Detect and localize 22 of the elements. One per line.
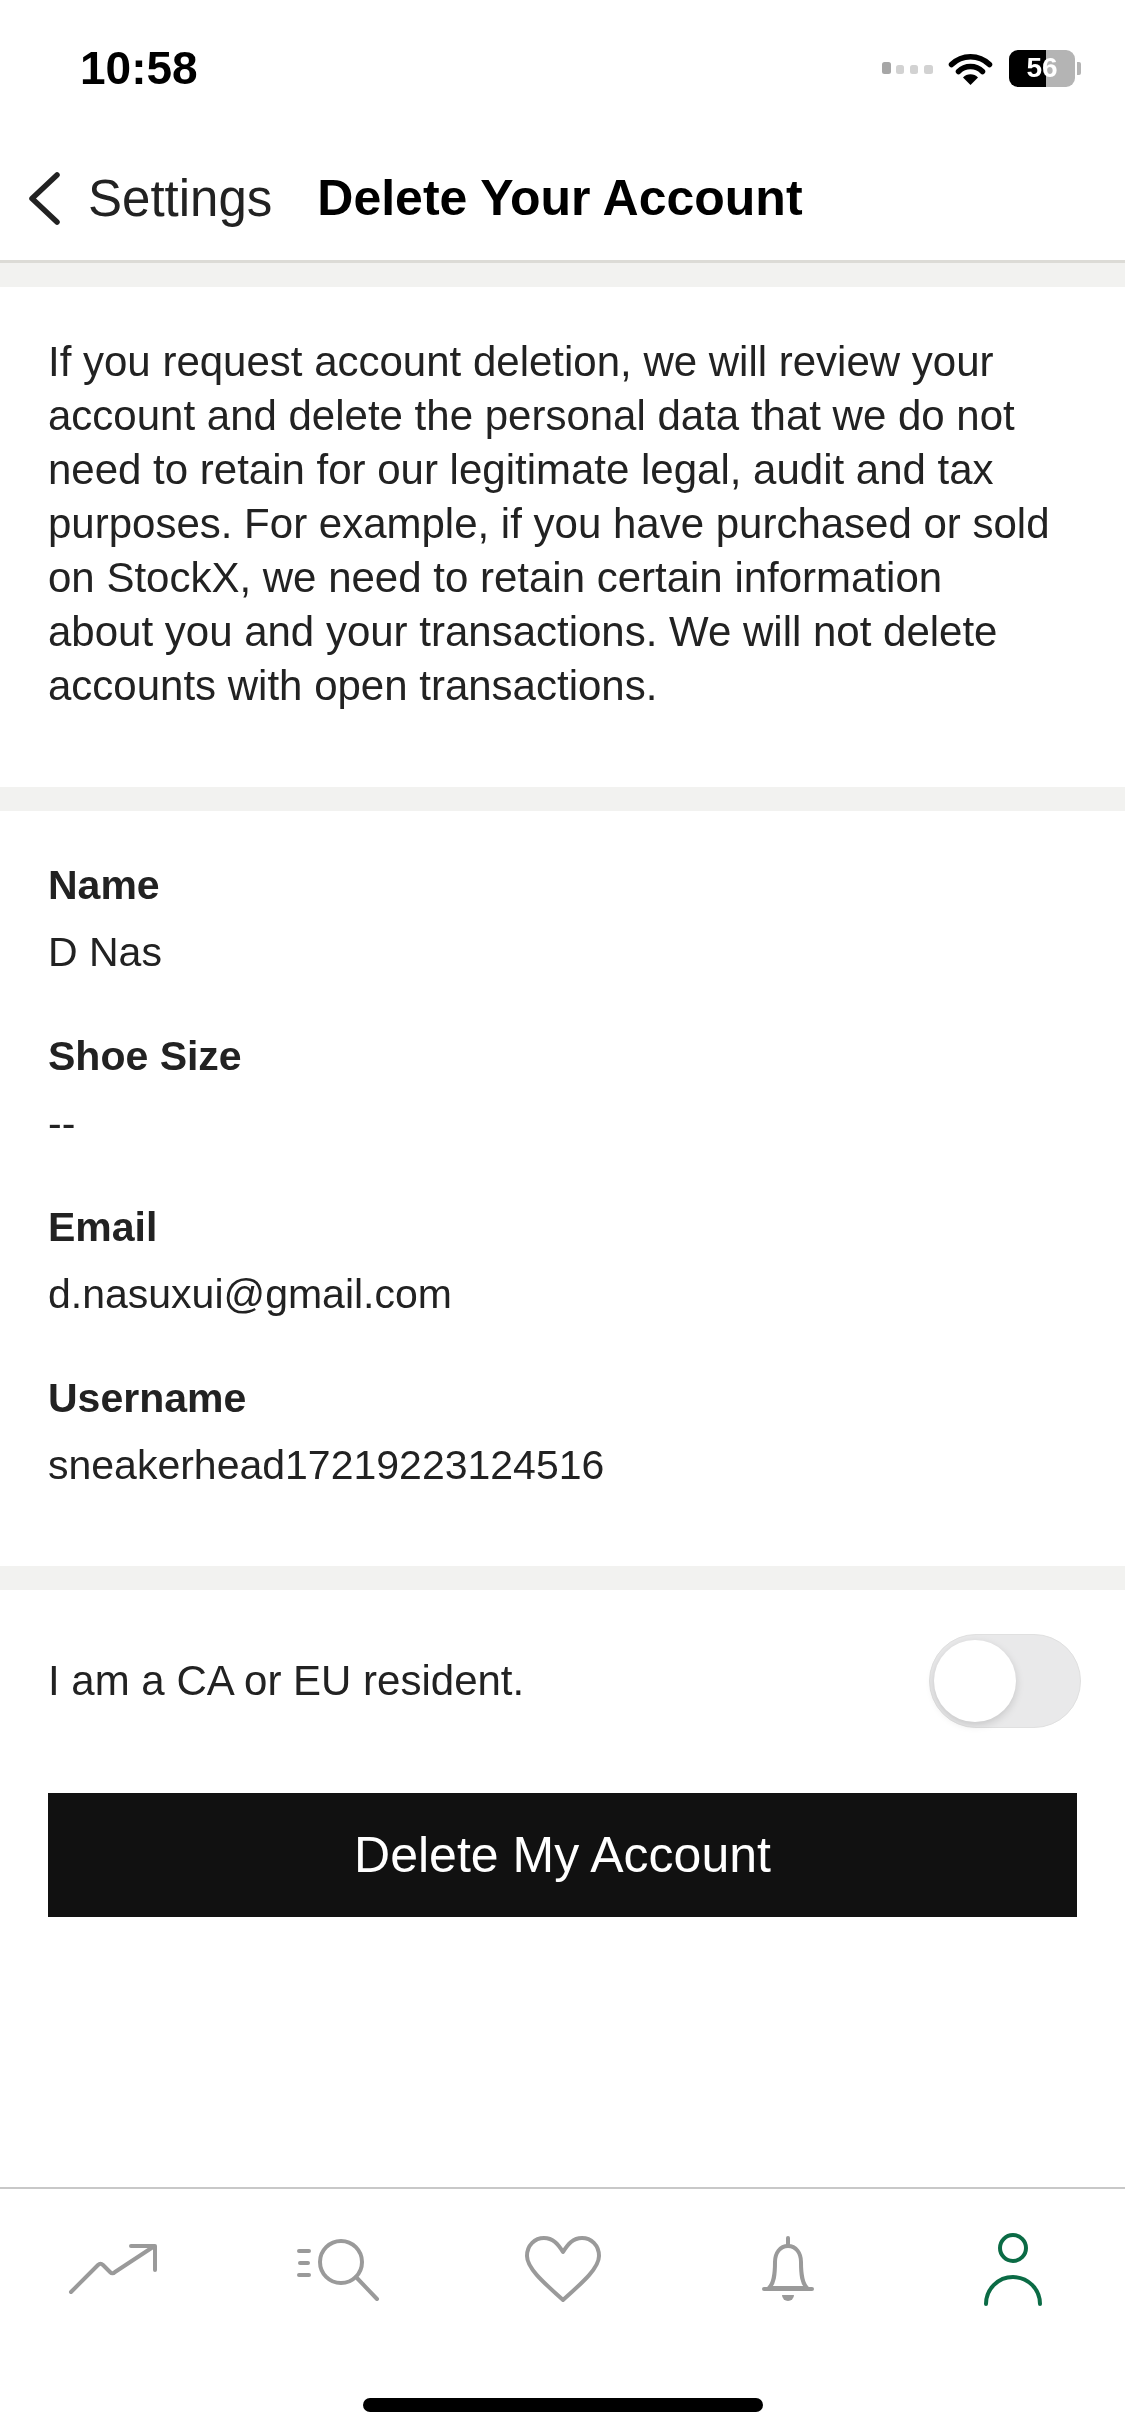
deletion-notice: If you request account deletion, we will review your account and delete the personal data that we do not need to retain for our legitimate legal, audit and tax purposes. For example, if you have purchased or sold on StockX, we need to retain certain information about you and your transactions. We will not delete accounts with open transactions. bbox=[48, 337, 1051, 711]
field-label: Name bbox=[48, 861, 161, 910]
field-label: Email bbox=[48, 1203, 159, 1252]
chevron-left-icon bbox=[27, 170, 61, 226]
field-value: -- bbox=[48, 1099, 77, 1148]
field-value: D Nas bbox=[48, 928, 163, 977]
delete-account-button[interactable]: Delete My Account bbox=[48, 1793, 1077, 1917]
heart-icon[interactable] bbox=[522, 2234, 603, 2304]
field-label: Shoe Size bbox=[48, 1032, 243, 1081]
bell-icon[interactable] bbox=[759, 2234, 816, 2304]
status-time: 10:58 bbox=[80, 45, 198, 91]
trending-up-icon[interactable] bbox=[67, 2243, 158, 2295]
person-icon[interactable] bbox=[981, 2232, 1044, 2306]
field-value: sneakerhead17219223124516 bbox=[48, 1441, 606, 1490]
toggle-label: I am a CA or EU resident. bbox=[48, 1656, 525, 1706]
page-title: Delete Your Account bbox=[317, 173, 803, 223]
back-button[interactable]: Settings bbox=[27, 170, 273, 226]
field-label: Username bbox=[48, 1374, 248, 1423]
signal-icon bbox=[882, 62, 933, 74]
field-value: d.nasuxui@gmail.com bbox=[48, 1270, 453, 1319]
wifi-icon bbox=[948, 51, 993, 85]
search-icon[interactable] bbox=[295, 2236, 380, 2302]
